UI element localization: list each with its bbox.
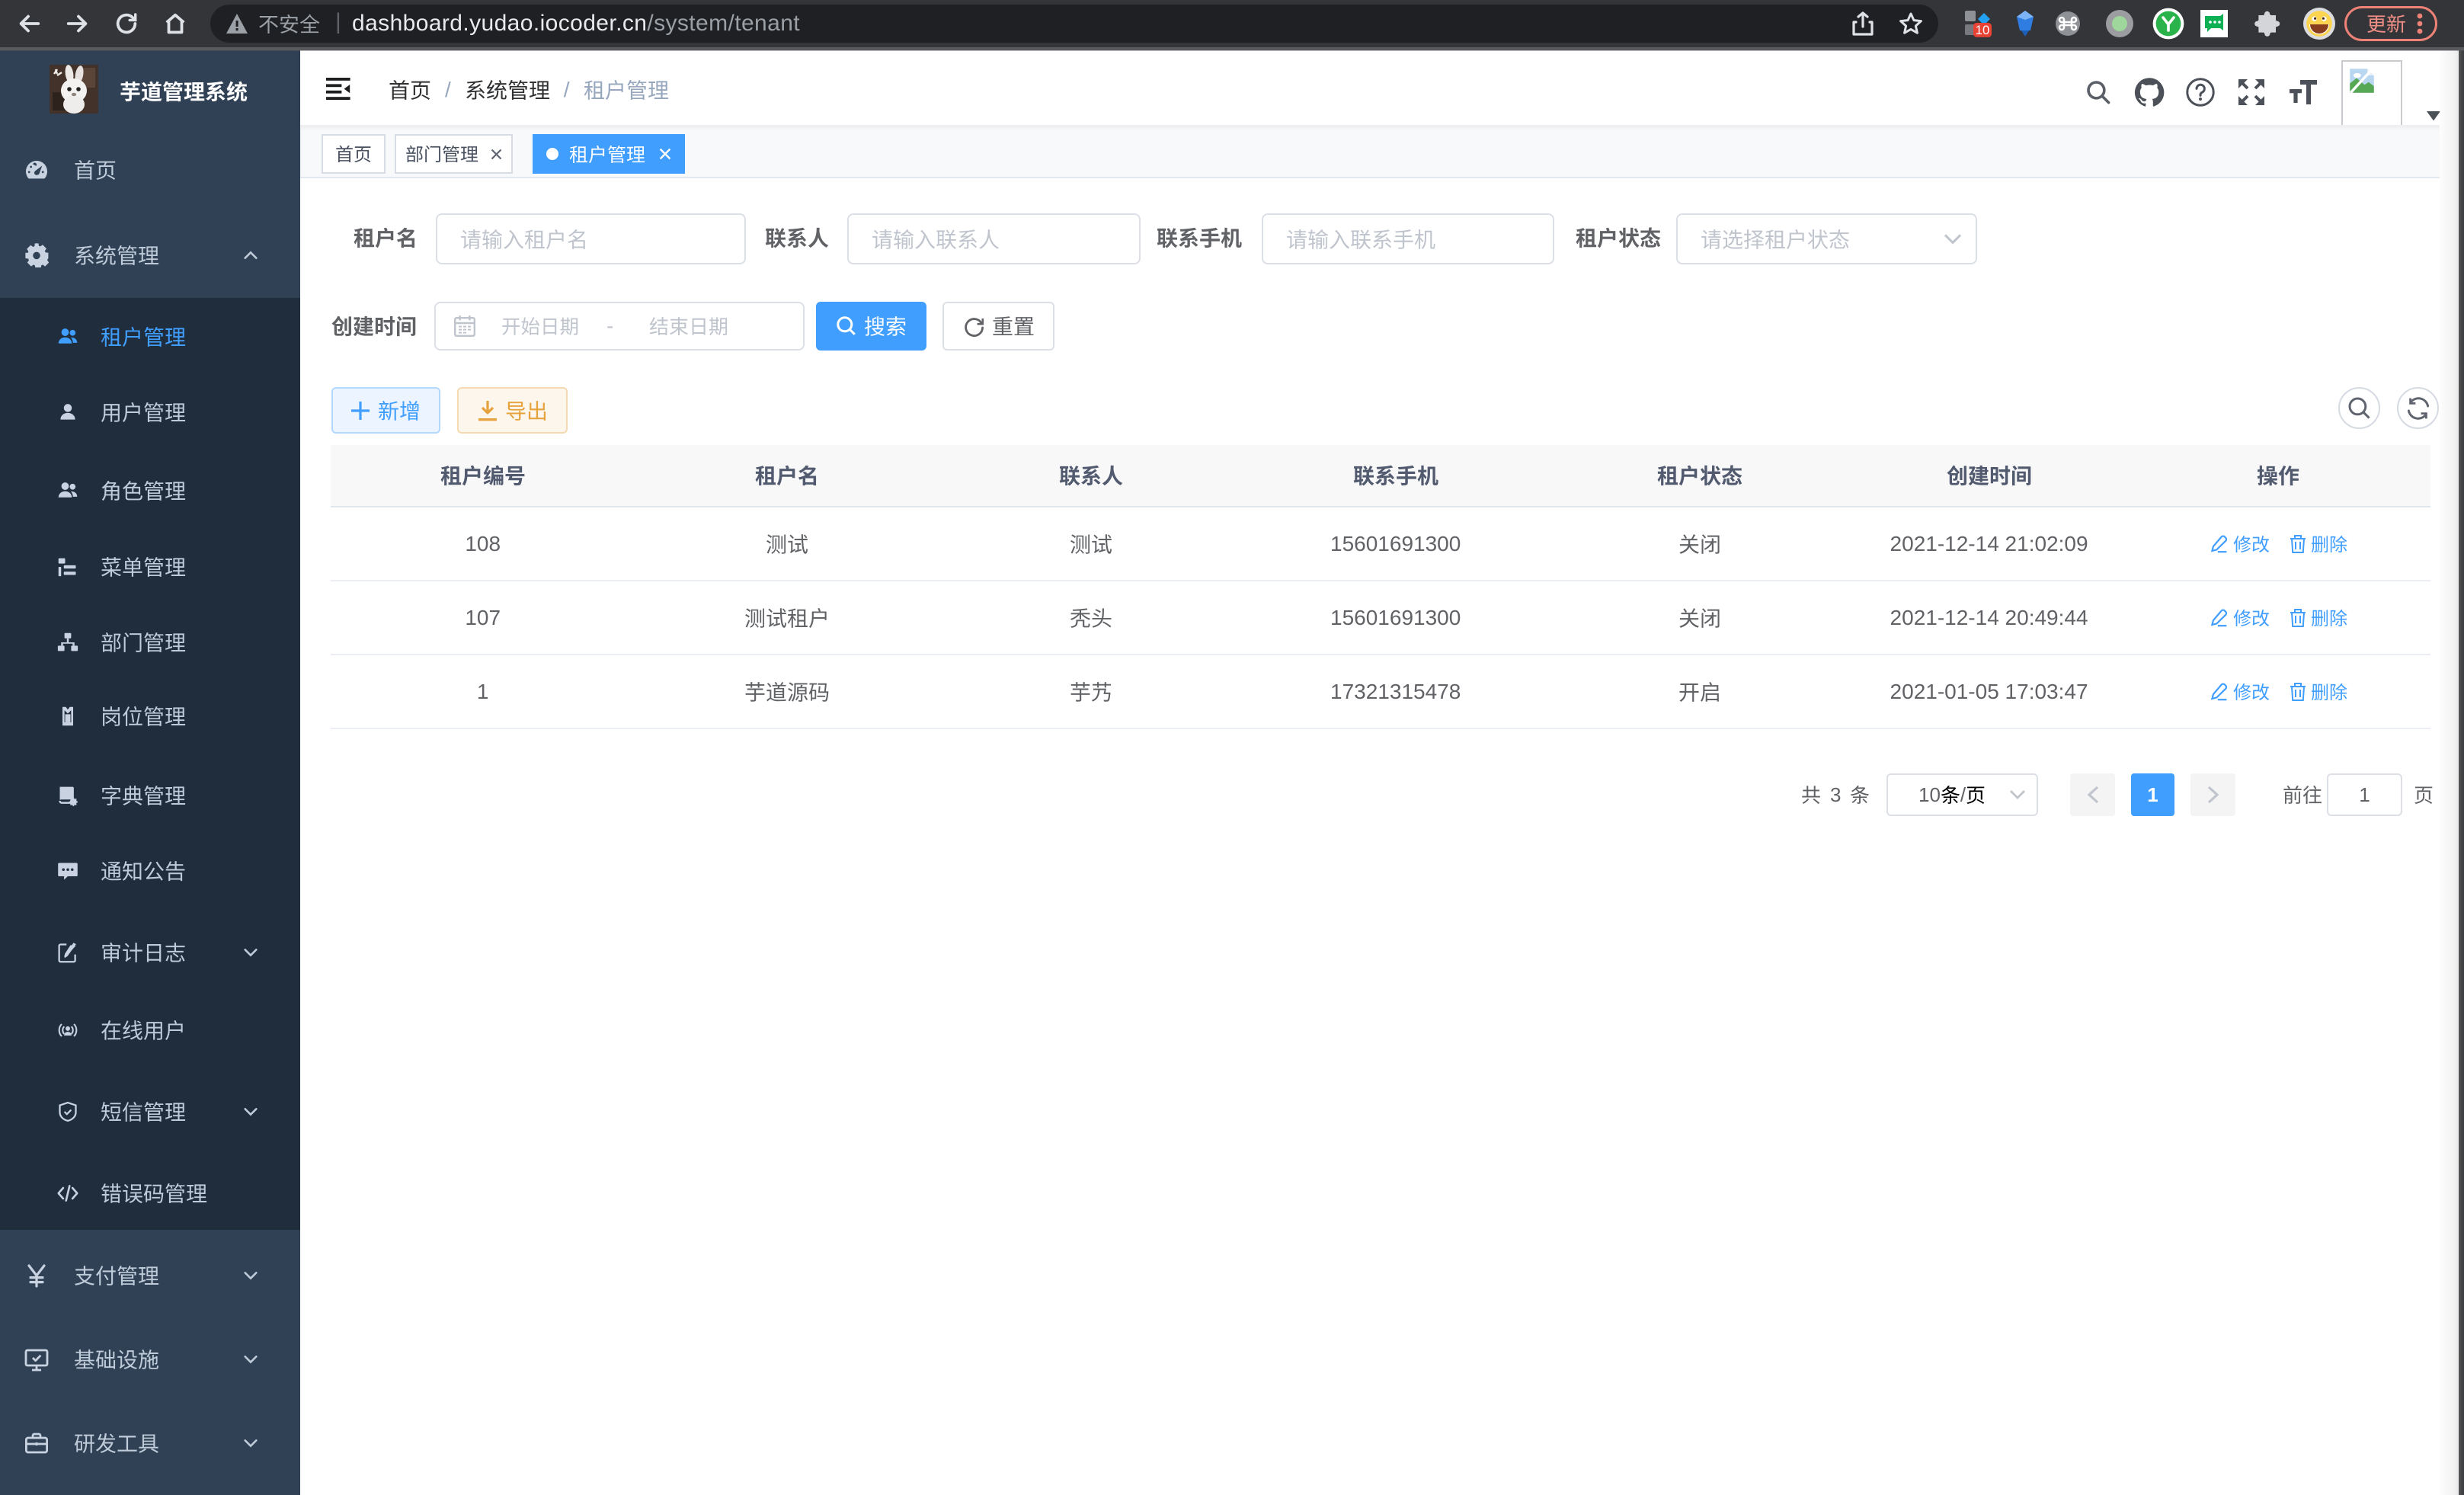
svg-text:10: 10: [1976, 23, 1990, 37]
